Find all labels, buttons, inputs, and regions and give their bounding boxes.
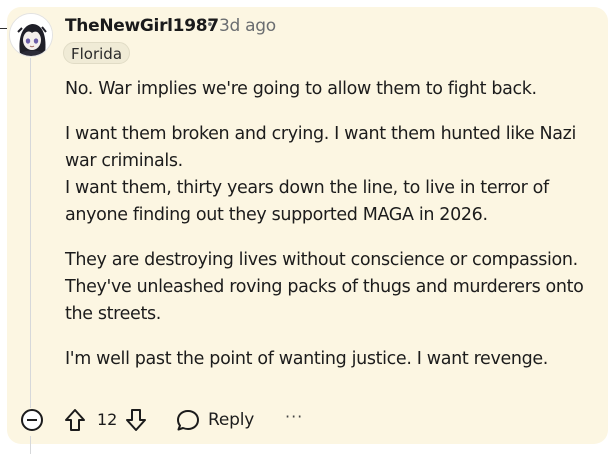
reply-label[interactable]: Reply xyxy=(208,409,254,431)
comment-paragraph: They are destroying lives without consci… xyxy=(65,247,600,328)
comment-line: They've unleashed roving packs of thugs … xyxy=(65,277,584,297)
comment-line: I want them, thirty years down the line,… xyxy=(65,178,549,198)
collapse-thread-button[interactable] xyxy=(21,409,43,431)
comment-paragraph: I want them broken and crying. I want th… xyxy=(65,121,600,229)
comment-thread: TheNewGirl1987 • 3d ago Florida No. War … xyxy=(0,0,616,454)
comment-body: No. War implies we're going to allow the… xyxy=(65,76,600,391)
meta-separator: • xyxy=(206,18,214,33)
arrow-up-icon xyxy=(65,409,85,431)
speech-bubble-icon xyxy=(177,410,199,431)
arrow-down-icon xyxy=(126,409,146,431)
comment-line: anyone finding out they supported MAGA i… xyxy=(65,205,488,225)
comment-paragraph: No. War implies we're going to allow the… xyxy=(65,76,600,103)
comment-timestamp[interactable]: 3d ago xyxy=(219,15,276,37)
vote-count: 12 xyxy=(97,410,118,429)
comment-line: I'm well past the point of wanting justi… xyxy=(65,349,549,369)
comment-line: They are destroying lives without consci… xyxy=(65,250,578,270)
comment-line: No. War implies we're going to allow the… xyxy=(65,79,537,99)
thread-line-bottom[interactable] xyxy=(30,436,31,454)
comment-line: war criminals. xyxy=(65,151,183,171)
more-options-button[interactable]: ··· xyxy=(285,406,303,428)
minus-circle-icon xyxy=(27,419,37,421)
comment-paragraph: I'm well past the point of wanting justi… xyxy=(65,346,600,373)
upvote-button[interactable] xyxy=(63,406,87,434)
user-flair: Florida xyxy=(63,42,131,64)
username-link[interactable]: TheNewGirl1987 xyxy=(65,15,219,37)
reply-button[interactable] xyxy=(175,406,201,434)
comment-line: the streets. xyxy=(65,304,161,324)
comment-line: I want them broken and crying. I want th… xyxy=(65,124,576,144)
thread-line[interactable] xyxy=(30,58,31,408)
avatar-anime-girl-icon xyxy=(10,14,52,56)
avatar[interactable] xyxy=(9,13,53,57)
downvote-button[interactable] xyxy=(124,406,148,434)
